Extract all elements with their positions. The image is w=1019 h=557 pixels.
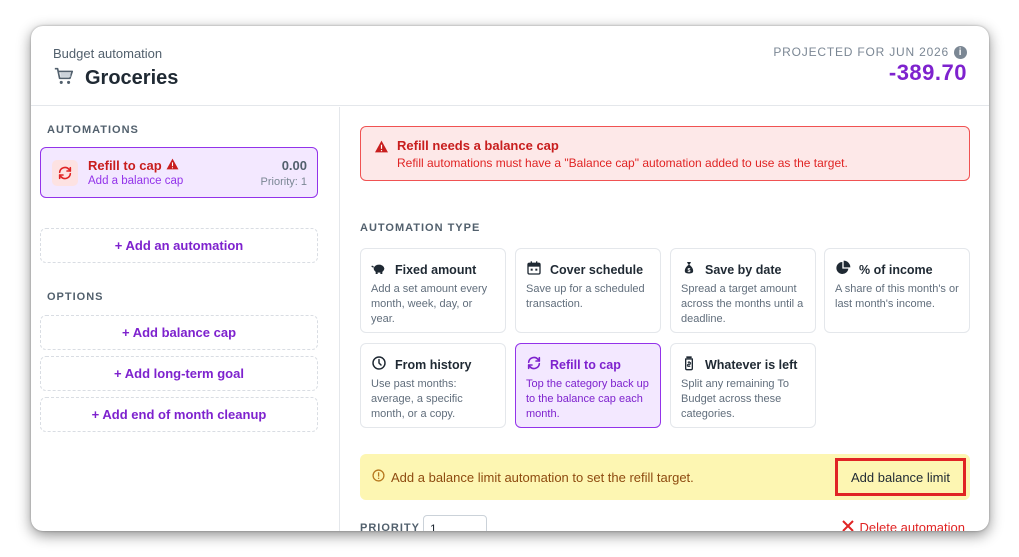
close-icon xyxy=(842,520,855,531)
priority-input[interactable] xyxy=(423,515,487,531)
alert-title: Refill needs a balance cap xyxy=(397,138,559,153)
calendar-icon xyxy=(526,260,542,279)
warning-text: Add a balance limit automation to set th… xyxy=(372,469,694,485)
automation-window: Budget automation Groceries PROJECTED FO… xyxy=(31,26,989,531)
type-card-title: Save by date xyxy=(705,262,782,277)
type-card-refill-to-cap[interactable]: Refill to cap Top the category back up t… xyxy=(515,343,661,428)
type-card-head: % of income xyxy=(835,260,933,279)
jar-icon xyxy=(681,355,697,374)
svg-text:$: $ xyxy=(688,268,691,274)
automations-heading: AUTOMATIONS xyxy=(47,124,139,136)
type-card-head: From history xyxy=(371,355,471,374)
shopping-cart-icon xyxy=(53,65,75,92)
type-card-desc: Spread a target amount across the months… xyxy=(681,283,804,325)
add-automation-button[interactable]: + Add an automation xyxy=(40,228,318,263)
info-icon[interactable]: i xyxy=(954,45,967,59)
warning-icon xyxy=(374,140,389,158)
type-card-desc: Add a set amount every month, week, day,… xyxy=(371,283,488,325)
automation-amount: 0.00 xyxy=(281,158,307,173)
type-card-from-history[interactable]: From history Use past months: average, a… xyxy=(360,343,506,428)
refresh-icon xyxy=(526,355,542,374)
add-balance-cap-button[interactable]: + Add balance cap xyxy=(40,315,318,350)
type-card-title: Refill to cap xyxy=(550,357,621,372)
automation-item-refill[interactable]: Refill to cap Add a balance cap 0.00 Pri… xyxy=(40,147,318,198)
add-long-term-goal-button[interactable]: + Add long-term goal xyxy=(40,356,318,391)
priority-label: PRIORITY xyxy=(360,522,420,531)
warning-message: Add a balance limit automation to set th… xyxy=(391,469,694,485)
delete-automation-button[interactable]: Delete automation xyxy=(842,520,965,531)
money-bag-icon: $ xyxy=(681,260,697,279)
piggy-bank-icon xyxy=(371,260,387,279)
type-card-save-by-date[interactable]: $ Save by date Spread a target amount ac… xyxy=(670,248,816,333)
page-title: Groceries xyxy=(85,67,179,89)
type-card-fixed-amount[interactable]: Fixed amount Add a set amount every mont… xyxy=(360,248,506,333)
type-card-head: Refill to cap xyxy=(526,355,621,374)
type-card-title: % of income xyxy=(859,262,933,277)
warning-banner: Add a balance limit automation to set th… xyxy=(360,454,970,500)
automation-name: Refill to cap xyxy=(88,158,179,173)
title-row: Groceries xyxy=(53,65,178,92)
automation-name-text: Refill to cap xyxy=(88,158,162,173)
add-end-of-month-cleanup-button[interactable]: + Add end of month cleanup xyxy=(40,397,318,432)
type-card-title: Whatever is left xyxy=(705,357,798,372)
pie-chart-icon xyxy=(835,260,851,279)
type-card-head: $ Save by date xyxy=(681,260,781,279)
type-card-desc: Save up for a scheduled transaction. xyxy=(526,283,645,310)
info-circle-icon xyxy=(372,469,385,485)
type-card-head: Fixed amount xyxy=(371,260,476,279)
sidebar: AUTOMATIONS Refill to cap Add a balance … xyxy=(31,107,340,531)
type-card-whatever-is-left[interactable]: Whatever is left Split any remaining To … xyxy=(670,343,816,428)
header: Budget automation Groceries PROJECTED FO… xyxy=(31,26,989,106)
type-card-head: Cover schedule xyxy=(526,260,643,279)
projected-label: PROJECTED FOR JUN 2026 i xyxy=(773,45,967,59)
projected-label-text: PROJECTED FOR JUN 2026 xyxy=(773,45,949,59)
type-card-title: Fixed amount xyxy=(395,262,477,277)
type-card-head: Whatever is left xyxy=(681,355,797,374)
alert-body: Refill automations must have a "Balance … xyxy=(397,156,848,170)
projected-value: -389.70 xyxy=(888,60,967,85)
type-card-desc: A share of this month's or last month's … xyxy=(835,283,959,310)
delete-label: Delete automation xyxy=(859,520,965,531)
type-card-desc: Top the category back up to the balance … xyxy=(526,378,649,420)
eyebrow: Budget automation xyxy=(53,46,163,61)
clock-icon xyxy=(371,355,387,374)
add-balance-limit-button[interactable]: Add balance limit xyxy=(835,458,966,496)
type-card-desc: Use past months: average, a specific mon… xyxy=(371,378,463,420)
type-card-title: From history xyxy=(395,357,472,372)
options-heading: OPTIONS xyxy=(47,291,104,303)
automation-type-heading: AUTOMATION TYPE xyxy=(360,222,481,234)
type-card-cover-schedule[interactable]: Cover schedule Save up for a scheduled t… xyxy=(515,248,661,333)
automation-priority: Priority: 1 xyxy=(260,176,307,188)
error-alert: Refill needs a balance cap Refill automa… xyxy=(360,126,970,181)
type-card-percent-income[interactable]: % of income A share of this month's or l… xyxy=(824,248,970,333)
refresh-icon xyxy=(52,160,78,186)
warning-icon xyxy=(166,158,179,173)
type-card-desc: Split any remaining To Budget across the… xyxy=(681,378,790,420)
type-card-title: Cover schedule xyxy=(550,262,644,277)
automation-subtitle: Add a balance cap xyxy=(88,175,184,187)
main-panel: Refill needs a balance cap Refill automa… xyxy=(341,107,989,531)
